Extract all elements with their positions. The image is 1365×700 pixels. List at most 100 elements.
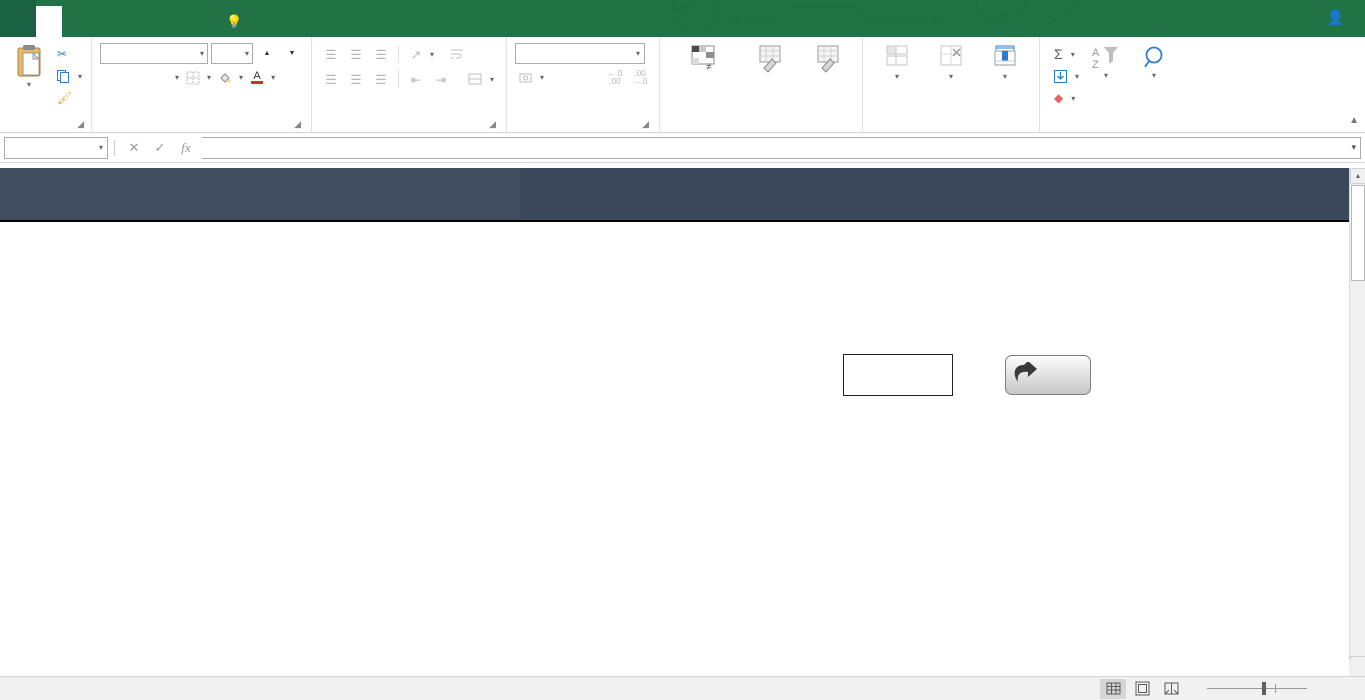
merge-cells-icon — [468, 73, 482, 85]
magnifier-icon — [1144, 46, 1163, 68]
page-break-view-icon[interactable] — [1158, 679, 1184, 699]
ribbon-tab-bar: 💡 👤 — [0, 0, 1365, 37]
cells-group-label — [871, 117, 1031, 133]
increase-indent-button[interactable]: ⇥ — [430, 69, 452, 90]
scroll-up-button[interactable]: ▲ — [1350, 168, 1365, 184]
tab-view[interactable] — [192, 7, 218, 37]
insert-cells-button[interactable]: ▾ — [871, 42, 923, 81]
svg-text:A: A — [1092, 47, 1100, 59]
font-size-select[interactable]: ▾ — [211, 43, 254, 64]
align-middle-button[interactable]: ☰ — [345, 44, 367, 65]
autosum-button[interactable]: Σ ▾ — [1050, 43, 1083, 65]
font-color-caret-icon[interactable]: ▾ — [271, 73, 275, 82]
merge-center-button[interactable]: ▾ — [464, 68, 498, 90]
tab-file[interactable] — [0, 0, 36, 37]
number-format-select[interactable]: ▾ — [515, 43, 646, 64]
align-center-button[interactable]: ☰ — [345, 69, 367, 90]
font-color-button[interactable]: A — [246, 67, 268, 88]
italic-button[interactable] — [125, 67, 147, 88]
insert-function-icon[interactable]: fx — [173, 137, 199, 159]
align-top-button[interactable]: ☰ — [320, 44, 342, 65]
ribbon-group-editing: Σ ▾ ▾ ◆ ▾ A Z ▾ ▾ — [1039, 37, 1189, 133]
format-painter-button[interactable]: 🖌 — [53, 87, 86, 109]
font-family-select[interactable]: ▾ — [100, 43, 209, 64]
formula-bar-divider — [114, 139, 115, 156]
styles-group-label — [670, 117, 852, 133]
comma-style-button[interactable] — [572, 67, 594, 88]
collapse-ribbon-button[interactable]: ▲ — [1349, 115, 1359, 126]
formula-expand-caret-icon[interactable]: ▾ — [1351, 142, 1356, 153]
format-cells-button[interactable]: ▾ — [979, 42, 1031, 81]
ribbon-group-styles: ≠ — [659, 37, 862, 133]
bold-button[interactable] — [100, 67, 122, 88]
clipboard-dialog-launcher[interactable]: ◢ — [77, 116, 84, 132]
fill-button[interactable]: ▾ — [1050, 65, 1083, 87]
insert-caret-icon: ▾ — [895, 72, 900, 81]
tell-me-box[interactable]: 💡 — [226, 7, 247, 37]
vertical-scrollbar[interactable]: ▲ ▼ — [1349, 168, 1365, 672]
orientation-button[interactable]: ↗ — [405, 44, 427, 65]
alignment-dialog-launcher[interactable]: ◢ — [489, 116, 496, 132]
align-bottom-button[interactable]: ☰ — [370, 44, 392, 65]
formula-input[interactable]: ▾ — [202, 136, 1361, 159]
share-button[interactable]: 👤 — [1319, 6, 1357, 29]
conditional-formatting-button[interactable]: ≠ — [670, 42, 736, 74]
fill-down-icon — [1054, 69, 1068, 83]
borders-caret-icon[interactable]: ▾ — [207, 73, 211, 82]
wrap-text-button[interactable] — [446, 43, 472, 65]
sort-filter-caret-icon: ▾ — [1104, 71, 1109, 80]
increase-decimal-button[interactable]: ←.0.00 — [604, 67, 626, 88]
insert-cells-icon — [886, 45, 908, 66]
decrease-indent-button[interactable]: ⇤ — [405, 69, 427, 90]
cell-styles-button[interactable] — [804, 42, 852, 74]
orientation-caret-icon[interactable]: ▾ — [430, 50, 434, 59]
find-select-button[interactable]: ▾ — [1129, 43, 1179, 80]
fill-color-button[interactable] — [214, 67, 236, 88]
conditional-formatting-icon: ≠ — [691, 45, 715, 73]
cancel-icon[interactable]: ✕ — [121, 137, 147, 159]
font-dialog-launcher[interactable]: ◢ — [294, 116, 301, 132]
tab-data[interactable] — [140, 7, 166, 37]
zoom-slider[interactable] — [1207, 682, 1307, 695]
tab-home[interactable] — [36, 6, 62, 37]
shrink-font-button[interactable]: ▼ — [281, 43, 303, 64]
zoom-slider-thumb[interactable] — [1262, 682, 1266, 695]
borders-button[interactable] — [182, 67, 204, 88]
paste-button[interactable]: ▾ — [5, 40, 53, 89]
percent-style-button[interactable] — [547, 67, 569, 88]
fill-caret-icon: ▾ — [1075, 71, 1080, 81]
accounting-caret-icon[interactable]: ▾ — [540, 73, 544, 82]
tab-review[interactable] — [166, 7, 192, 37]
tab-formulas[interactable] — [114, 7, 140, 37]
decrease-decimal-button[interactable]: .00 →.0 — [629, 67, 651, 88]
tab-page-layout[interactable] — [88, 7, 114, 37]
sort-filter-button[interactable]: A Z ▾ — [1083, 43, 1129, 80]
number-dialog-launcher[interactable]: ◢ — [642, 116, 649, 132]
enter-icon[interactable]: ✓ — [147, 137, 173, 159]
accounting-format-button[interactable] — [515, 67, 537, 88]
cut-button[interactable]: ✂ — [53, 43, 86, 65]
align-left-button[interactable]: ☰ — [320, 69, 342, 90]
number-group-label: ◢ — [515, 117, 651, 133]
vertical-scroll-thumb[interactable] — [1351, 185, 1365, 281]
page-layout-view-icon[interactable] — [1129, 679, 1155, 699]
clear-caret-icon: ▾ — [1071, 93, 1076, 103]
clear-button[interactable]: ◆ ▾ — [1050, 87, 1083, 109]
back-to-menu-button[interactable] — [1005, 355, 1091, 395]
underline-button[interactable] — [150, 67, 172, 88]
eraser-icon: ◆ — [1054, 91, 1064, 105]
report-banner — [0, 168, 1365, 396]
align-right-button[interactable]: ☰ — [370, 69, 392, 90]
format-as-table-button[interactable] — [740, 42, 800, 74]
copy-button[interactable]: ▾ — [53, 65, 86, 87]
delete-cells-button[interactable]: ▾ — [925, 42, 977, 81]
normal-view-icon[interactable] — [1100, 678, 1126, 699]
person-add-icon: 👤 — [1326, 9, 1344, 25]
fill-color-caret-icon[interactable]: ▾ — [239, 73, 243, 82]
grow-font-button[interactable]: ▲ — [256, 43, 278, 64]
zoom-slider-midpoint — [1275, 684, 1276, 693]
name-box[interactable]: ▾ — [4, 136, 108, 159]
underline-caret-icon[interactable]: ▾ — [175, 73, 179, 82]
tab-insert[interactable] — [62, 7, 88, 37]
scrollbar-corner — [1349, 660, 1365, 676]
